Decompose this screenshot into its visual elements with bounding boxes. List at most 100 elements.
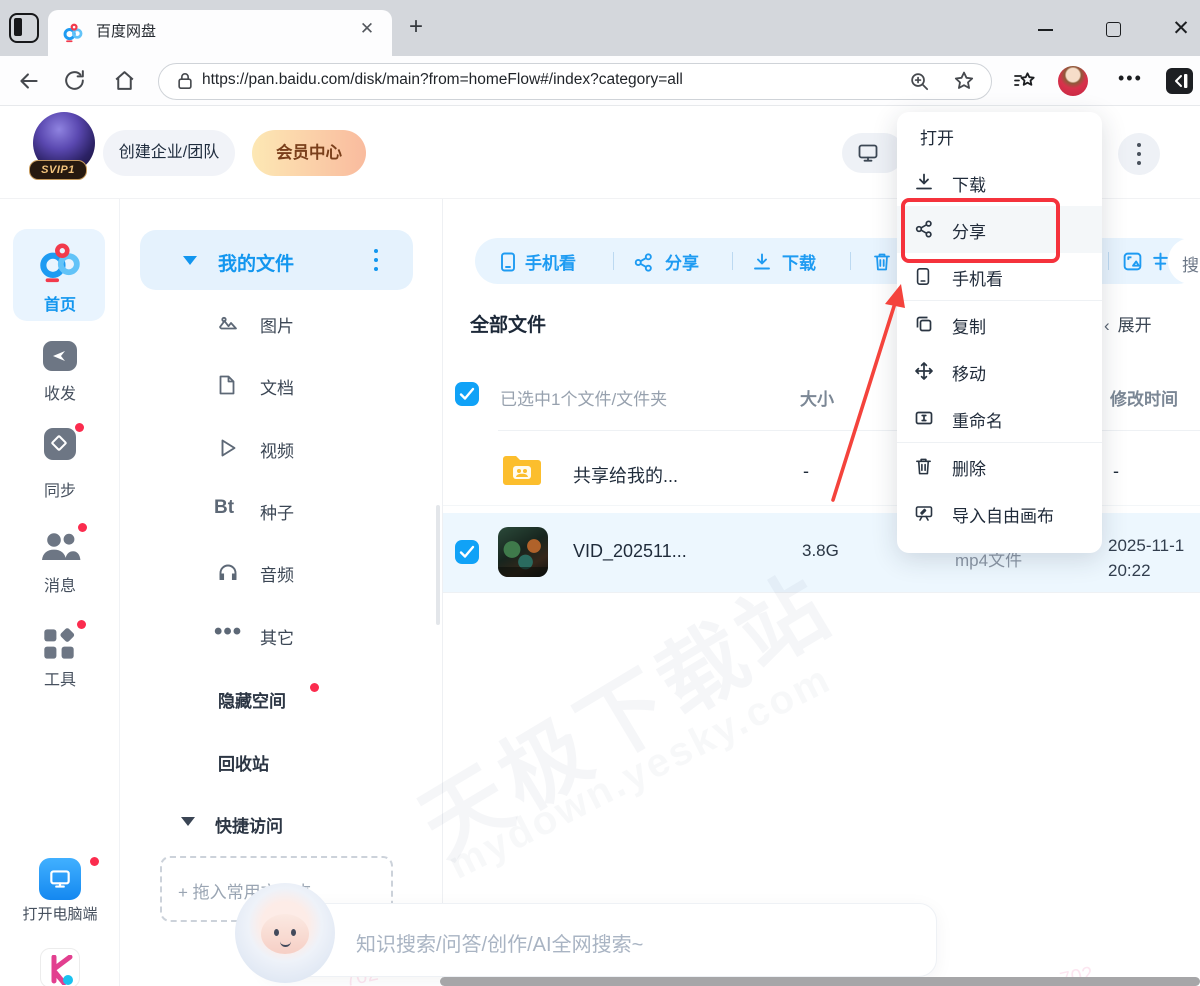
row-divider — [443, 592, 1200, 593]
shared-folder-icon[interactable] — [500, 450, 544, 488]
messages-icon[interactable] — [38, 528, 82, 564]
rail-sync-label[interactable]: 同步 — [0, 477, 120, 501]
toolbar-divider — [1108, 252, 1109, 270]
chevron-down-icon[interactable] — [183, 256, 197, 265]
audio-category-icon[interactable] — [216, 560, 240, 584]
quick-access-chevron-icon[interactable] — [181, 817, 195, 826]
folder-row-name[interactable]: 共享给我的... — [573, 462, 678, 488]
horizontal-scrollbar[interactable] — [440, 977, 1200, 986]
window-minimize-icon[interactable] — [1038, 29, 1053, 31]
video-row-name[interactable]: VID_202511... — [573, 541, 687, 562]
select-all-checkbox[interactable] — [455, 382, 479, 406]
download-icon — [914, 172, 934, 192]
toolbar-share[interactable]: 分享 — [665, 249, 699, 274]
rail-send-label[interactable]: 收发 — [0, 380, 120, 404]
messages-badge — [78, 523, 87, 532]
header-more-button[interactable] — [1118, 133, 1160, 175]
rail-pc-label[interactable]: 打开电脑端 — [0, 903, 120, 924]
download-icon[interactable] — [752, 252, 772, 272]
tools-badge — [77, 620, 86, 629]
tab-actions-icon[interactable] — [9, 13, 39, 43]
rail-messages-label[interactable]: 消息 — [0, 572, 120, 596]
zoom-page-icon[interactable] — [908, 70, 931, 93]
pc-client-badge — [90, 857, 99, 866]
my-files-more-icon[interactable] — [374, 249, 378, 273]
rename-icon — [914, 408, 934, 428]
app-logo-bottom[interactable] — [40, 948, 80, 986]
open-pc-client-icon[interactable] — [39, 858, 81, 900]
expand-panel-toggle[interactable]: ‹展开 — [1104, 311, 1152, 336]
page-title: 全部文件 — [470, 310, 546, 337]
tree-scrollbar[interactable] — [436, 505, 440, 625]
column-modified[interactable]: 修改时间 — [1110, 385, 1178, 410]
url-text[interactable]: https://pan.baidu.com/disk/main?from=hom… — [202, 71, 683, 89]
refresh-icon[interactable] — [62, 68, 88, 94]
recycle-bin[interactable]: 回收站 — [218, 750, 269, 775]
toolbar-divider — [732, 252, 733, 270]
search-hint: 搜 — [1182, 251, 1199, 276]
ai-search-bar[interactable]: 知识搜索/问答/创作/AI全网搜索~ — [262, 903, 937, 977]
videos-category[interactable]: 视频 — [260, 437, 294, 462]
rail-tools-label[interactable]: 工具 — [0, 666, 120, 690]
phone-view-icon[interactable] — [498, 251, 518, 273]
video-row-size: 3.8G — [802, 541, 839, 561]
toolbar-divider — [850, 252, 851, 270]
docs-category-icon[interactable] — [216, 373, 240, 397]
browser-menu-icon[interactable]: ••• — [1118, 73, 1144, 85]
delete-icon[interactable] — [872, 251, 892, 273]
docs-category[interactable]: 文档 — [260, 374, 294, 399]
hidden-space[interactable]: 隐藏空间 — [218, 687, 286, 712]
create-team-button[interactable]: 创建企业/团队 — [103, 130, 235, 176]
menu-item-rename[interactable]: 重命名 — [897, 395, 1102, 442]
images-category-icon[interactable] — [216, 311, 240, 335]
browser-sidebar-icon[interactable] — [1166, 68, 1193, 94]
folder-row-time: - — [1113, 461, 1119, 482]
other-category[interactable]: 其它 — [260, 624, 294, 649]
menu-item-open[interactable]: 打开 — [897, 112, 1102, 159]
tab-close-icon[interactable]: ✕ — [356, 18, 378, 40]
lock-icon[interactable] — [176, 71, 194, 91]
copy-icon — [914, 314, 934, 334]
send-receive-icon[interactable] — [43, 341, 77, 371]
pc-client-header-button[interactable] — [842, 133, 904, 173]
sync-badge — [75, 423, 84, 432]
toolbar-phone-view[interactable]: 手机看 — [525, 249, 576, 274]
favorites-bar-icon[interactable] — [1012, 69, 1038, 94]
video-row-time: 2025-11-120:22 — [1108, 533, 1184, 583]
annotation-highlight-box — [901, 198, 1060, 263]
toolbar-download[interactable]: 下载 — [782, 249, 816, 274]
bt-category-icon[interactable]: Bt — [214, 497, 234, 519]
video-thumbnail[interactable] — [498, 527, 548, 577]
audio-category[interactable]: 音频 — [260, 561, 294, 586]
image-search-icon[interactable] — [1122, 251, 1143, 272]
back-icon[interactable] — [16, 68, 42, 94]
tab-title: 百度网盘 — [96, 20, 156, 41]
bt-category[interactable]: 种子 — [260, 499, 294, 524]
video-row-checkbox[interactable] — [455, 540, 479, 564]
screen: 百度网盘 ✕ + ✕ https://pan.baidu.com/disk/ma… — [0, 0, 1200, 986]
sync-icon[interactable] — [44, 428, 76, 460]
home-icon[interactable] — [112, 68, 138, 94]
menu-item-move[interactable]: 移动 — [897, 348, 1102, 395]
videos-category-icon[interactable] — [216, 436, 240, 460]
vip-center-button[interactable]: 会员中心 — [252, 130, 366, 176]
my-files-label[interactable]: 我的文件 — [218, 249, 294, 276]
new-tab-button[interactable]: + — [402, 13, 430, 41]
menu-item-import-canvas[interactable]: 导入自由画布 — [897, 490, 1102, 537]
window-maximize-icon[interactable] — [1106, 22, 1121, 37]
tools-icon[interactable] — [40, 625, 78, 663]
share-icon[interactable] — [633, 252, 654, 273]
images-category[interactable]: 图片 — [260, 312, 294, 337]
menu-item-delete[interactable]: 删除 — [897, 443, 1102, 490]
ai-mascot[interactable] — [235, 883, 335, 983]
selection-count: 已选中1个文件/文件夹 — [500, 385, 667, 410]
window-close-icon[interactable]: ✕ — [1168, 16, 1194, 42]
favorite-star-icon[interactable] — [952, 69, 976, 93]
column-size[interactable]: 大小 — [800, 385, 834, 410]
svip-badge: SVIP1 — [29, 160, 87, 180]
browser-profile-avatar[interactable] — [1058, 66, 1088, 96]
other-category-icon[interactable]: ••• — [214, 618, 242, 646]
quick-access[interactable]: 快捷访问 — [215, 812, 283, 837]
baidu-pan-favicon — [62, 22, 84, 44]
menu-item-copy[interactable]: 复制 — [897, 301, 1102, 348]
